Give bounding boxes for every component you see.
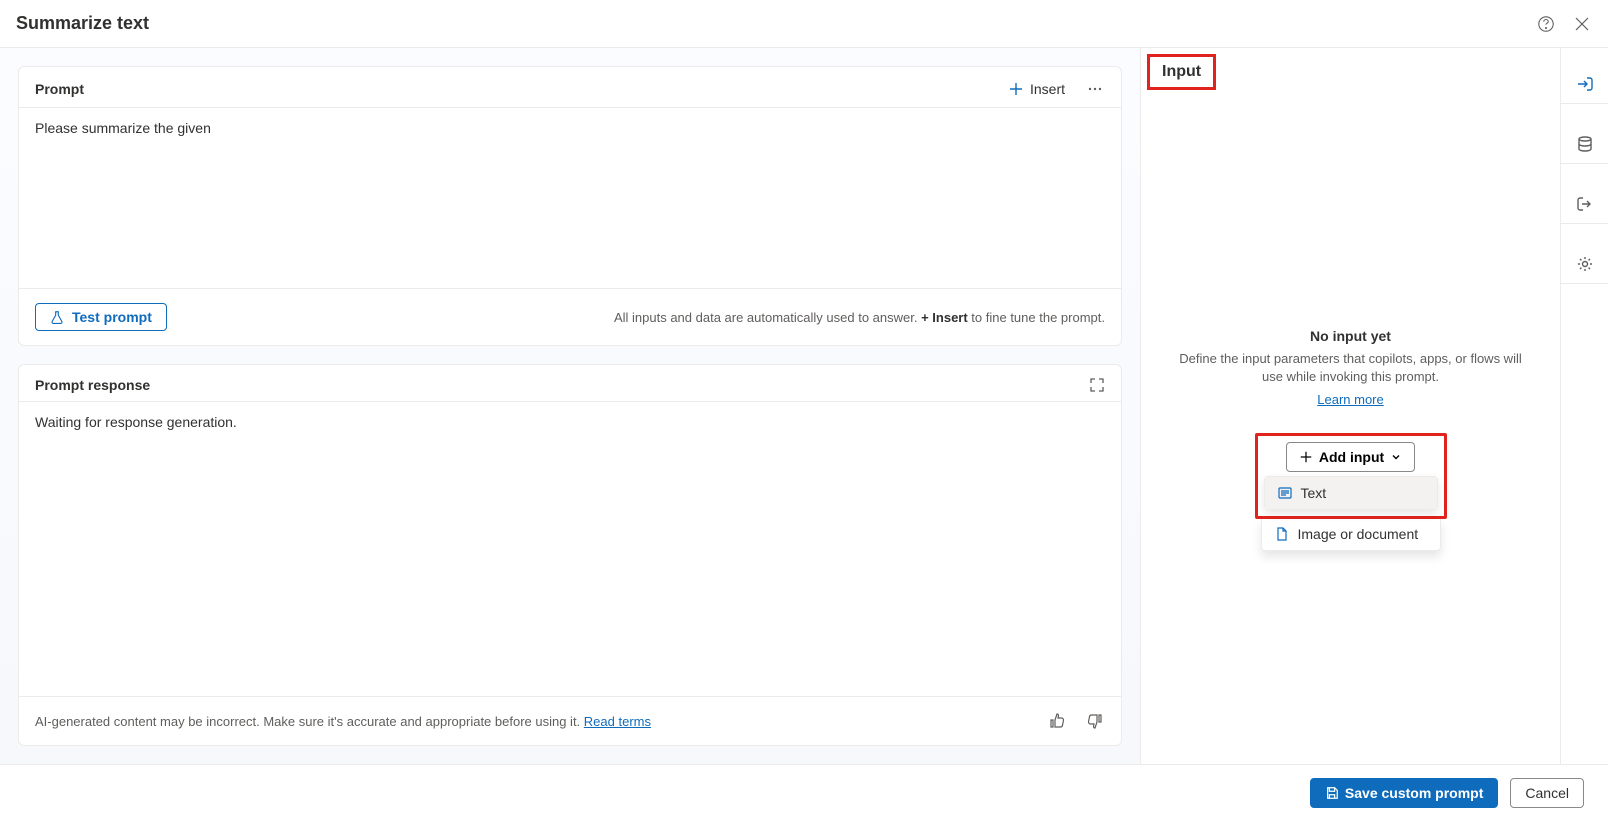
rail-input-icon[interactable] — [1561, 64, 1608, 104]
side-rail — [1560, 48, 1608, 764]
document-icon — [1274, 526, 1290, 542]
add-input-dropdown: Text — [1264, 476, 1438, 510]
prompt-hint: All inputs and data are automatically us… — [179, 310, 1105, 325]
response-panel-footer: AI-generated content may be incorrect. M… — [19, 696, 1121, 745]
insert-button[interactable]: Insert — [1008, 81, 1065, 97]
response-panel: Prompt response Waiting for response gen… — [18, 364, 1122, 746]
dropdown-item-text[interactable]: Text — [1265, 477, 1437, 509]
main: Prompt Insert Please summarize the given — [0, 48, 1608, 764]
response-body: Waiting for response generation. — [19, 402, 1121, 696]
dropdown-image-doc-label: Image or document — [1298, 526, 1419, 542]
prompt-panel-header: Prompt Insert — [19, 67, 1121, 108]
rail-data-icon[interactable] — [1561, 124, 1608, 164]
header: Summarize text — [0, 0, 1608, 48]
close-icon[interactable] — [1572, 14, 1592, 34]
expand-icon[interactable] — [1089, 377, 1105, 393]
save-button-label: Save custom prompt — [1345, 785, 1483, 801]
prompt-panel-footer: Test prompt All inputs and data are auto… — [19, 288, 1121, 345]
read-terms-link[interactable]: Read terms — [584, 714, 651, 729]
input-tab[interactable]: Input — [1147, 54, 1216, 90]
learn-more-link[interactable]: Learn more — [1317, 392, 1383, 407]
add-input-dropdown-ext: Image or document — [1261, 518, 1441, 551]
empty-description: Define the input parameters that copilot… — [1171, 350, 1530, 386]
thumbs-down-icon[interactable] — [1085, 711, 1105, 731]
left-column: Prompt Insert Please summarize the given — [0, 48, 1140, 764]
ai-disclaimer: AI-generated content may be incorrect. M… — [35, 714, 1015, 729]
header-actions — [1536, 14, 1592, 34]
dropdown-item-image-doc[interactable]: Image or document — [1262, 518, 1440, 550]
input-empty-state: No input yet Define the input parameters… — [1141, 328, 1560, 551]
disclaimer-text: AI-generated content may be incorrect. M… — [35, 714, 584, 729]
page-title: Summarize text — [16, 13, 1536, 34]
test-prompt-label: Test prompt — [72, 309, 152, 325]
prompt-textarea[interactable]: Please summarize the given — [19, 108, 1121, 288]
cancel-button[interactable]: Cancel — [1510, 778, 1584, 808]
response-panel-title: Prompt response — [35, 377, 1077, 393]
dropdown-text-label: Text — [1301, 485, 1327, 501]
prompt-panel-title: Prompt — [35, 81, 996, 97]
add-input-container: Add input Text — [1171, 433, 1530, 519]
footer: Save custom prompt Cancel — [0, 764, 1608, 820]
more-icon[interactable] — [1085, 79, 1105, 99]
add-input-label: Add input — [1319, 449, 1384, 465]
beaker-icon — [50, 310, 64, 324]
prompt-panel: Prompt Insert Please summarize the given — [18, 66, 1122, 346]
insert-button-label: Insert — [1030, 81, 1065, 97]
hint-bold: + Insert — [921, 310, 968, 325]
plus-icon — [1008, 81, 1024, 97]
save-icon — [1325, 786, 1339, 800]
rail-output-icon[interactable] — [1561, 184, 1608, 224]
empty-title: No input yet — [1171, 328, 1530, 344]
text-icon — [1277, 485, 1293, 501]
highlight-box: Add input Text — [1255, 433, 1447, 519]
plus-icon — [1299, 450, 1313, 464]
add-input-button[interactable]: Add input — [1286, 442, 1415, 472]
response-panel-header: Prompt response — [19, 365, 1121, 402]
hint-suffix: to fine tune the prompt. — [968, 310, 1105, 325]
rail-settings-icon[interactable] — [1561, 244, 1608, 284]
test-prompt-button[interactable]: Test prompt — [35, 303, 167, 331]
chevron-down-icon — [1390, 451, 1402, 463]
thumbs-up-icon[interactable] — [1047, 711, 1067, 731]
hint-prefix: All inputs and data are automatically us… — [614, 310, 921, 325]
save-button[interactable]: Save custom prompt — [1310, 778, 1498, 808]
input-panel: Input No input yet Define the input para… — [1140, 48, 1560, 764]
feedback-thumbs — [1047, 711, 1105, 731]
help-icon[interactable] — [1536, 14, 1556, 34]
